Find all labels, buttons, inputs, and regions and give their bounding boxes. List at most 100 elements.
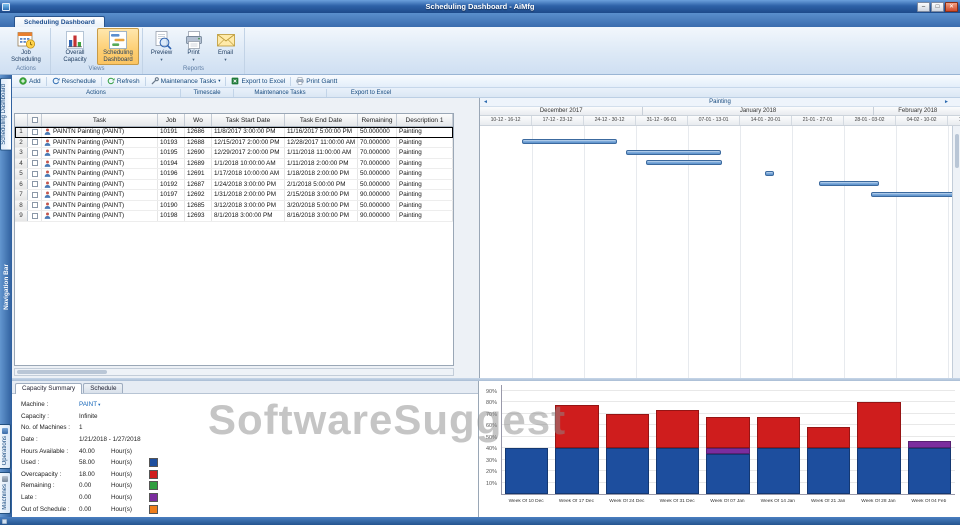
gantt-scroll-left-icon[interactable]: ◄ <box>483 98 488 107</box>
gantt-bar[interactable] <box>646 160 722 165</box>
add-button[interactable]: Add <box>15 76 45 87</box>
print-gantt-button[interactable]: Print Gantt <box>292 76 341 87</box>
field-row: Capacity :Infinite <box>21 411 478 423</box>
gantt-bar[interactable] <box>522 139 618 144</box>
y-tick-label: 50% <box>479 435 497 441</box>
table-row[interactable]: 7PAINTN Painting (PAINT)10197126921/31/2… <box>15 190 453 201</box>
tab-capacity-summary[interactable]: Capacity Summary <box>15 383 82 394</box>
maintenance-tasks-button[interactable]: Maintenance Tasks ▾ <box>147 76 225 87</box>
row-checkbox[interactable] <box>32 150 38 156</box>
table-row[interactable]: 8PAINTN Painting (PAINT)10190126853/12/2… <box>15 201 453 212</box>
bar-segment-used <box>606 448 649 494</box>
row-checkbox[interactable] <box>32 213 38 219</box>
column-header-task-end-date[interactable]: Task End Date <box>285 114 358 126</box>
cell: 10193 <box>158 138 185 148</box>
row-checkbox[interactable] <box>32 181 38 187</box>
gantt-vertical-scrollbar[interactable] <box>952 126 960 378</box>
field-label: Machine : <box>21 401 79 408</box>
print-button[interactable]: Print ▾ <box>178 28 209 65</box>
preview-button[interactable]: Preview ▾ <box>146 28 177 65</box>
dropdown-caret-icon: ▾ <box>218 78 220 84</box>
gantt-month-cell: February 2018 <box>874 107 960 115</box>
cell: Painting <box>397 180 453 190</box>
toolbar-separator <box>145 77 146 86</box>
window-title: Scheduling Dashboard - AiMfg <box>0 2 960 11</box>
column-header-wo[interactable]: Wo <box>185 114 212 126</box>
ribbon-group-reports: Preview ▾ Print ▾ Email ▾ Reports <box>143 28 245 74</box>
task-grid-panel: Task Job Wo Task Start Date Task End Dat… <box>12 98 479 378</box>
row-checkbox[interactable] <box>32 202 38 208</box>
bar-segment-overcapacity <box>706 417 749 448</box>
column-header-remaining[interactable]: Remaining <box>358 114 397 126</box>
refresh-icon <box>107 77 115 85</box>
table-row[interactable]: 9PAINTN Painting (PAINT)10198126938/1/20… <box>15 211 453 222</box>
field-value: Infinite <box>79 413 109 420</box>
email-button[interactable]: Email ▾ <box>210 28 241 65</box>
cell: 12688 <box>185 138 212 148</box>
row-checkbox[interactable] <box>32 192 38 198</box>
gantt-bar[interactable] <box>626 150 722 155</box>
x-tick-label: Week Of 28 Jan <box>853 499 903 504</box>
cell: Painting <box>397 127 453 137</box>
select-all-checkbox[interactable] <box>32 117 38 123</box>
late-swatch <box>149 493 158 502</box>
grid-horizontal-scrollbar[interactable] <box>14 368 454 376</box>
column-header-task-start-date[interactable]: Task Start Date <box>212 114 285 126</box>
row-checkbox[interactable] <box>32 139 38 145</box>
export-to-excel-button[interactable]: Export to Excel <box>227 76 289 87</box>
reschedule-button[interactable]: Reschedule <box>48 76 100 87</box>
cell: 1/18/2018 2:00:00 PM <box>285 169 358 179</box>
table-row[interactable]: 6PAINTN Painting (PAINT)10192126871/24/2… <box>15 180 453 191</box>
nav-tab-machines[interactable]: Machines <box>0 472 11 514</box>
refresh-button[interactable]: Refresh <box>103 76 144 87</box>
task-label: PAINTN Painting (PAINT) <box>53 160 124 167</box>
gantt-body <box>480 126 952 378</box>
column-header-job[interactable]: Job <box>158 114 185 126</box>
row-number: 5 <box>15 169 28 179</box>
row-select-cell <box>28 138 42 148</box>
table-row[interactable]: 5PAINTN Painting (PAINT)10196126911/17/2… <box>15 169 453 180</box>
table-row[interactable]: 3PAINTN Painting (PAINT)101951269012/29/… <box>15 148 453 159</box>
nav-tab-scheduling-dashboard[interactable]: Scheduling Dashboard <box>0 78 11 151</box>
row-checkbox[interactable] <box>32 160 38 166</box>
row-checkbox[interactable] <box>32 171 38 177</box>
column-header-description-1[interactable]: Description 1 <box>397 114 453 126</box>
scheduling-dashboard-button[interactable]: Scheduling Dashboard <box>97 28 139 65</box>
bar-segment-overcapacity <box>757 417 800 448</box>
column-header-task[interactable]: Task <box>42 114 158 126</box>
bar-segment-overcapacity <box>857 402 900 448</box>
dropdown-caret-icon: ▾ <box>192 57 194 62</box>
gantt-bar[interactable] <box>819 181 879 186</box>
bar-chart-ylabels: 10%20%30%40%50%60%70%80%90% <box>479 385 499 495</box>
minimize-button[interactable]: – <box>917 2 930 12</box>
x-tick-label: Week Of 17 Dec <box>551 499 601 504</box>
field-value: 0.00 <box>79 506 109 513</box>
row-checkbox[interactable] <box>32 129 38 135</box>
machine-dropdown-caret[interactable]: ▾ <box>98 402 100 408</box>
scrollbar-thumb[interactable] <box>17 370 107 374</box>
field-row: Used :58.00Hour(s) <box>21 457 478 469</box>
app-window: Scheduling Dashboard - AiMfg – □ ✕ Sched… <box>0 0 960 525</box>
cell: 12686 <box>185 127 212 137</box>
table-row[interactable]: 4PAINTN Painting (PAINT)10194126891/1/20… <box>15 159 453 170</box>
gantt-bar[interactable] <box>765 171 774 176</box>
tab-scheduling-dashboard[interactable]: Scheduling Dashboard <box>14 16 105 27</box>
table-row[interactable]: 1PAINTN Painting (PAINT)101911268611/8/2… <box>15 127 453 138</box>
table-row[interactable]: 2PAINTN Painting (PAINT)101931268812/15/… <box>15 138 453 149</box>
job-scheduling-button[interactable]: Job Scheduling <box>5 28 47 65</box>
nav-tab-operations[interactable]: Operations <box>0 424 11 469</box>
field-row: Out of Schedule :0.00Hour(s) <box>21 503 478 515</box>
row-select-cell <box>28 211 42 221</box>
gantt-bar[interactable] <box>871 192 952 197</box>
maximize-button[interactable]: □ <box>931 2 944 12</box>
field-value[interactable]: PAINT <box>79 401 97 408</box>
tab-schedule[interactable]: Schedule <box>83 383 123 393</box>
field-unit: Hour(s) <box>111 448 141 455</box>
overall-capacity-button[interactable]: Overall Capacity <box>54 28 96 65</box>
y-tick-label: 70% <box>479 412 497 418</box>
scrollbar-thumb[interactable] <box>955 134 959 168</box>
close-button[interactable]: ✕ <box>945 2 958 12</box>
task-cell: PAINTN Painting (PAINT) <box>42 127 158 137</box>
gantt-scroll-right-icon[interactable]: ► <box>944 98 949 107</box>
gantt-week-cell: 10-12 - 16-12 <box>480 116 532 125</box>
